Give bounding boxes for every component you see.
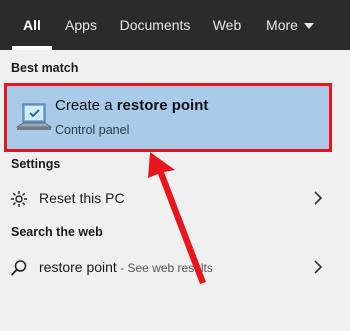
tab-web[interactable]: Web [210,0,244,50]
tab-more[interactable]: More [260,0,320,50]
gear-icon [11,191,27,207]
best-match-result[interactable]: Create a restore point Control panel [4,83,332,152]
search-filter-bar: All Apps Documents Web More [0,0,350,50]
tab-all[interactable]: All [12,0,52,50]
best-match-subtitle: Control panel [55,123,130,137]
tab-documents[interactable]: Documents [116,0,194,50]
chevron-right-icon[interactable] [313,191,323,205]
system-properties-icon [15,103,53,130]
best-match-heading: Best match [11,61,79,75]
annotation-arrow-icon [148,152,206,284]
search-icon [10,260,27,276]
settings-heading: Settings [11,157,61,171]
tab-apps[interactable]: Apps [62,0,100,50]
active-tab-indicator [12,46,52,50]
best-match-title: Create a restore point [55,97,209,114]
caret-down-icon [303,23,314,30]
chevron-right-icon[interactable] [313,260,323,274]
tab-more-label: More [266,17,298,33]
reset-pc-label: Reset this PC [39,190,125,206]
search-web-heading: Search the web [11,225,103,239]
